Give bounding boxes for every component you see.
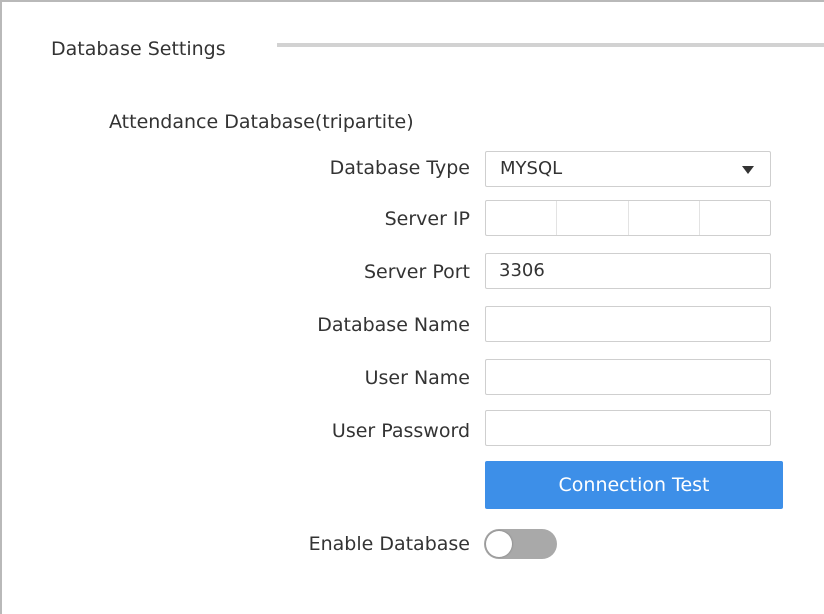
subsection-title: Attendance Database(tripartite) xyxy=(109,111,414,133)
user-name-field[interactable] xyxy=(485,359,771,395)
enable-database-toggle[interactable] xyxy=(484,529,557,559)
section-divider xyxy=(277,43,824,47)
user-name-label: User Name xyxy=(364,367,470,389)
database-name-label: Database Name xyxy=(317,314,470,336)
user-password-field[interactable] xyxy=(485,410,771,446)
server-ip-field xyxy=(485,200,771,236)
connection-test-button[interactable]: Connection Test xyxy=(485,461,783,509)
enable-database-label: Enable Database xyxy=(308,533,470,555)
server-port-label: Server Port xyxy=(363,261,470,283)
server-port-field[interactable]: 3306 xyxy=(485,253,771,289)
database-type-value: MYSQL xyxy=(500,158,563,179)
database-type-select[interactable]: MYSQL xyxy=(485,151,771,187)
server-ip-octet-1[interactable] xyxy=(486,201,558,235)
toggle-knob xyxy=(486,531,512,557)
settings-panel: Database Settings Attendance Database(tr… xyxy=(0,0,824,614)
server-ip-octet-4[interactable] xyxy=(700,201,770,235)
server-ip-octet-3[interactable] xyxy=(629,201,700,235)
caret-down-icon xyxy=(742,166,754,174)
server-ip-label: Server IP xyxy=(384,208,470,230)
section-title: Database Settings xyxy=(51,38,226,60)
server-ip-octet-2[interactable] xyxy=(557,201,629,235)
database-type-label: Database Type xyxy=(329,157,470,179)
database-name-field[interactable] xyxy=(485,306,771,342)
user-password-label: User Password xyxy=(331,420,470,442)
